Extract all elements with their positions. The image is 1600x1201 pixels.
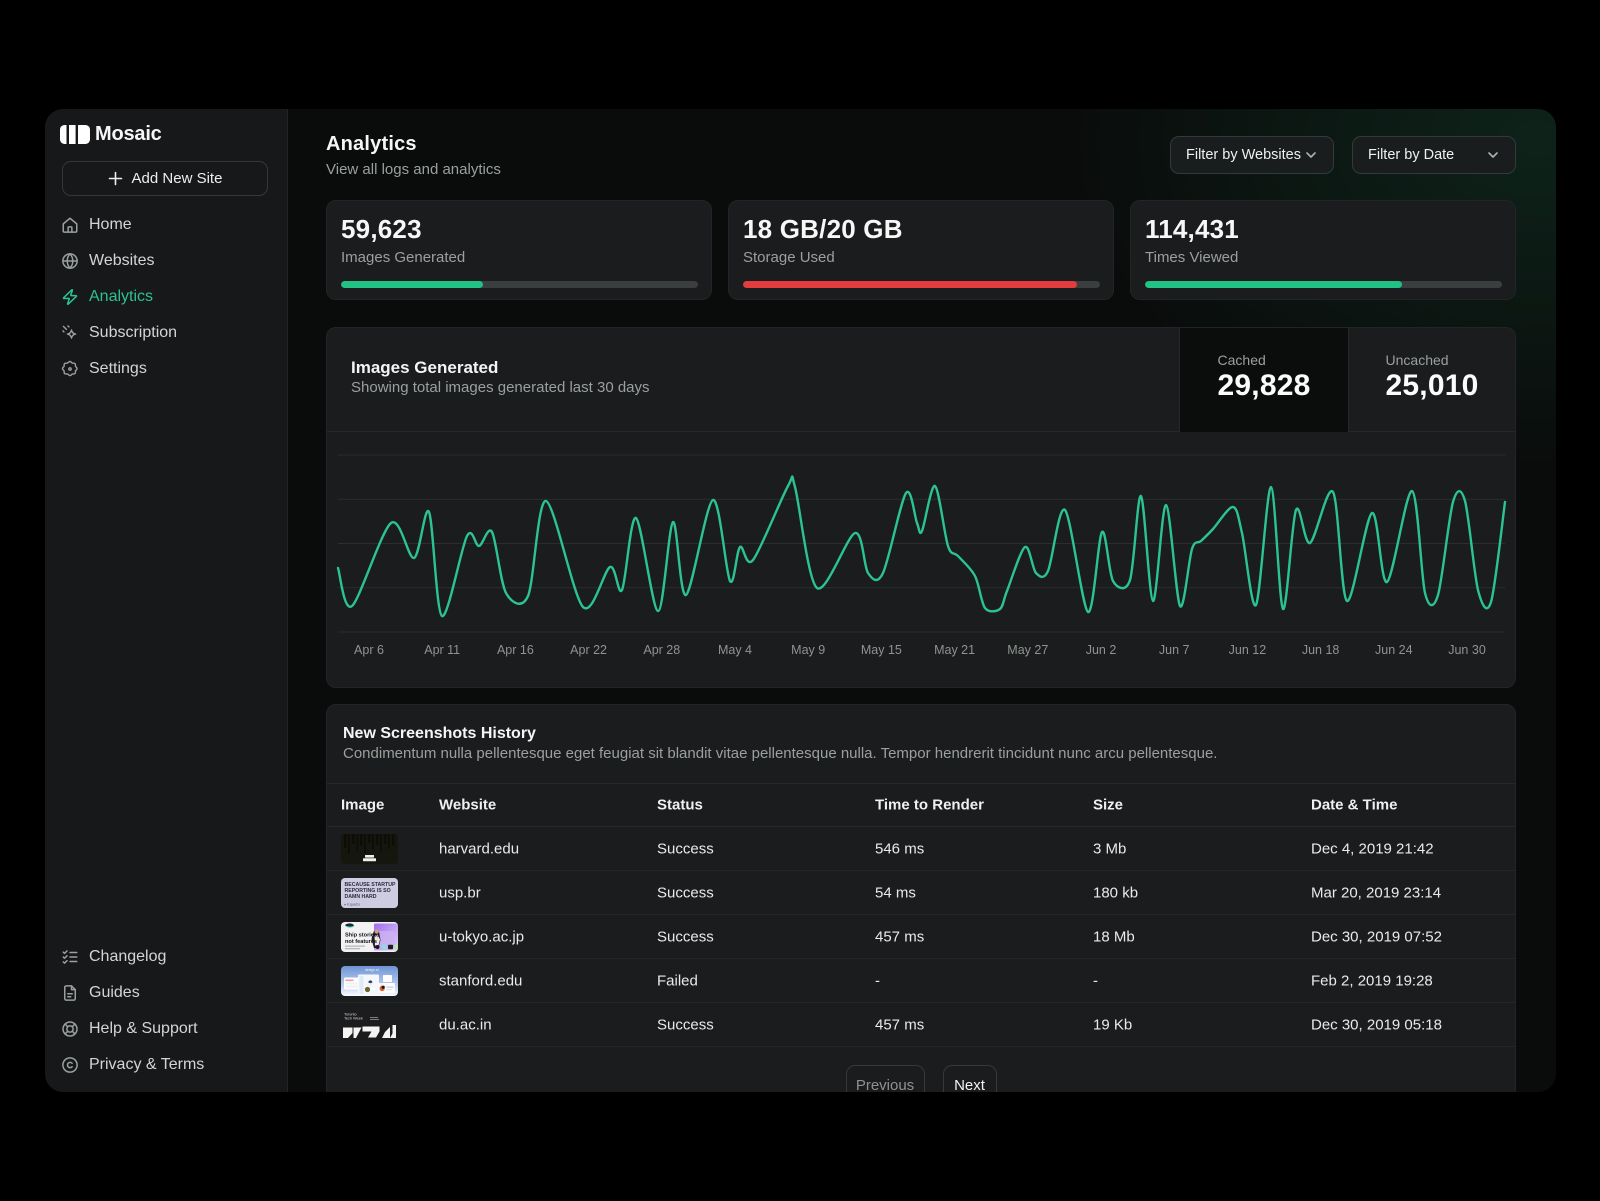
svg-text:Jun 12: Jun 12: [1229, 643, 1267, 657]
svg-text:DAMN HARD: DAMN HARD: [345, 894, 377, 900]
svg-text:Tech Week: Tech Week: [344, 1017, 363, 1021]
svg-text:Jun 18: Jun 18: [1302, 643, 1340, 657]
svg-text:May 4: May 4: [718, 643, 752, 657]
svg-text:▸ EquaCo: ▸ EquaCo: [345, 903, 361, 907]
svg-text:Jun 2: Jun 2: [1086, 643, 1117, 657]
svg-text:May 27: May 27: [1007, 643, 1048, 657]
svg-text:Jun 24: Jun 24: [1375, 643, 1413, 657]
svg-text:design.ai: design.ai: [365, 968, 379, 972]
svg-text:Jun 30: Jun 30: [1448, 643, 1486, 657]
svg-text:not features: not features: [345, 939, 377, 945]
svg-text:May 15: May 15: [861, 643, 902, 657]
svg-text:Apr 6: Apr 6: [354, 643, 384, 657]
svg-text:Apr 28: Apr 28: [643, 643, 680, 657]
svg-text:May 21: May 21: [934, 643, 975, 657]
svg-text:May 9: May 9: [791, 643, 825, 657]
svg-text:Jun 7: Jun 7: [1159, 643, 1190, 657]
svg-text:Apr 11: Apr 11: [424, 643, 460, 657]
svg-text:Ship stories,: Ship stories,: [345, 933, 379, 939]
svg-text:Apr 16: Apr 16: [497, 643, 534, 657]
svg-text:Apr 22: Apr 22: [570, 643, 607, 657]
